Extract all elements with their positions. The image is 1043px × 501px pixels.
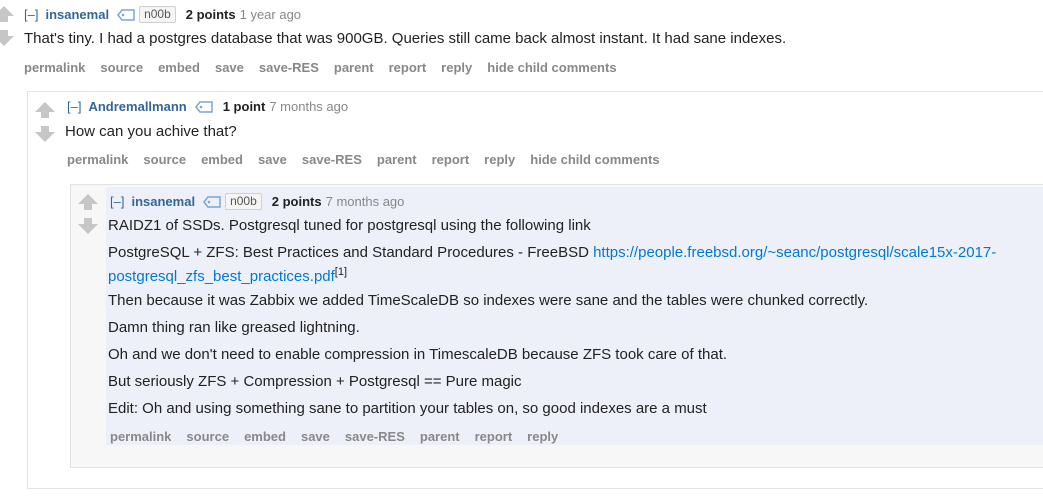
footnote-marker: [1] [334,266,348,278]
tag-icon [117,8,135,21]
collapse-toggle[interactable]: [–] [24,7,38,22]
timestamp: 7 months ago [325,194,405,209]
author-link[interactable]: insanemal [131,194,195,209]
user-flair: n00b [117,6,176,23]
comment-paragraph: RAIDZ1 of SSDs. Postgresql tuned for pos… [108,217,591,234]
score: 2 points [185,7,236,22]
hide-child-comments-button[interactable]: hide child comments [530,152,659,167]
permalink-button[interactable]: permalink [110,429,171,444]
flair-text: n00b [225,193,262,210]
downvote-icon [0,30,14,46]
report-button[interactable]: report [432,152,470,167]
score: 2 points [271,194,322,209]
report-button[interactable]: report [389,60,427,75]
comment-paragraph: Edit: Oh and using something sane to par… [108,400,707,417]
collapse-toggle[interactable]: [–] [67,99,81,114]
vote-arrows [35,102,55,142]
permalink-button[interactable]: permalink [67,152,128,167]
downvote-icon [78,218,98,234]
upvote-icon [35,102,55,118]
reply-button[interactable]: reply [484,152,515,167]
comment-tagline: [–] insanemal n00b 2 points 7 months ago [110,193,404,210]
reply-button[interactable]: reply [527,429,558,444]
comment-tagline: [–] insanemal n00b 2 points 1 year ago [24,6,301,23]
report-button[interactable]: report [475,429,513,444]
embed-button[interactable]: embed [158,60,200,75]
save-res-button[interactable]: save-RES [345,429,405,444]
author-link[interactable]: Andremallmann [88,99,186,114]
pdf-link-continued[interactable]: postgresql_zfs_best_practices.pdf [108,268,335,285]
comment-body: How can you achive that? [65,123,237,140]
comment-body: That's tiny. I had a postgres database t… [24,30,787,47]
timestamp: 1 year ago [239,7,302,22]
downvote-icon [35,126,55,142]
comment-buttons: permalink source embed save save-RES par… [67,152,660,167]
comment-paragraph: But seriously ZFS + Compression + Postgr… [108,373,522,390]
tag-icon [203,195,221,208]
parent-button[interactable]: parent [334,60,374,75]
link-title-text: PostgreSQL + ZFS: Best Practices and Sta… [108,244,594,261]
permalink-button[interactable]: permalink [24,60,85,75]
save-res-button[interactable]: save-RES [259,60,319,75]
comment-buttons: permalink source embed save save-RES par… [24,60,617,75]
reply-button[interactable]: reply [441,60,472,75]
score: 1 point [222,99,266,114]
hide-child-comments-button[interactable]: hide child comments [487,60,616,75]
parent-button[interactable]: parent [377,152,417,167]
vote-icons [0,6,14,46]
comment-paragraph: PostgreSQL + ZFS: Best Practices and Sta… [108,244,996,261]
comment-tagline: [–] Andremallmann 1 point 7 months ago [67,99,348,114]
vote-icons [35,102,55,142]
user-flair: n00b [203,193,262,210]
embed-button[interactable]: embed [244,429,286,444]
timestamp: 7 months ago [269,99,349,114]
source-button[interactable]: source [100,60,143,75]
source-button[interactable]: source [143,152,186,167]
vote-arrows [0,6,14,46]
vote-arrows [78,194,98,234]
user-flair [194,100,213,113]
comment-paragraph: Oh and we don't need to enable compressi… [108,346,728,363]
comment-buttons: permalink source embed save save-RES par… [110,429,558,444]
upvote-icon [0,6,14,22]
save-button[interactable]: save [215,60,244,75]
flair-text: n00b [139,6,176,23]
collapse-toggle[interactable]: [–] [110,194,124,209]
comment-paragraph-continued: postgresql_zfs_best_practices.pdf[1] [108,266,347,285]
save-button[interactable]: save [258,152,287,167]
embed-button[interactable]: embed [201,152,243,167]
vote-icons [78,194,98,234]
source-button[interactable]: source [186,429,229,444]
comment-paragraph: Then because it was Zabbix we added Time… [108,292,869,309]
author-link[interactable]: insanemal [45,7,109,22]
upvote-icon [78,194,98,210]
parent-button[interactable]: parent [420,429,460,444]
pdf-link[interactable]: https://people.freebsd.org/~seanc/postgr… [593,244,996,261]
save-button[interactable]: save [301,429,330,444]
save-res-button[interactable]: save-RES [302,152,362,167]
tag-icon [194,100,213,113]
comment-paragraph: Damn thing ran like greased lightning. [108,319,360,336]
